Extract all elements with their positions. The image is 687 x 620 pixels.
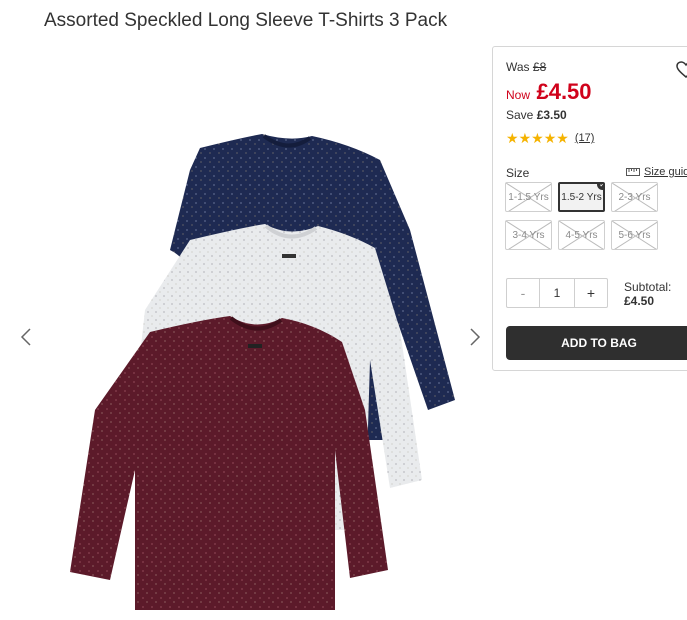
rating: ★ ★ ★ ★ ★ (17) (506, 131, 594, 145)
size-guide-link[interactable]: Size guide (626, 166, 687, 178)
quantity-increase-button[interactable]: + (574, 278, 608, 308)
ruler-icon (626, 168, 640, 176)
star-icon: ★ (506, 130, 519, 146)
save-label: Save (506, 108, 534, 122)
star-icon: ★ (518, 130, 532, 146)
chevron-left-icon (20, 328, 31, 346)
now-price-value: £4.50 (536, 79, 592, 104)
size-option-label: 3-4 Yrs (512, 229, 545, 241)
purchase-panel: Was £8 Now £4.50 Save £3.50 ★ ★ ★ ★ ★ (1… (492, 46, 687, 371)
wishlist-button[interactable] (676, 61, 687, 84)
quantity-decrease-button[interactable]: - (506, 278, 540, 308)
subtotal: Subtotal: £4.50 (624, 280, 671, 308)
star-icon: ★ (556, 130, 569, 146)
subtotal-label: Subtotal: (624, 280, 672, 294)
checkmark-icon: ✓ (597, 184, 603, 190)
size-option-1.5-2[interactable]: 1.5-2 Yrs ✓ (558, 182, 605, 212)
size-option-1-1.5[interactable]: 1-1.5 Yrs (505, 182, 552, 212)
product-title: Assorted Speckled Long Sleeve T-Shirts 3… (44, 10, 448, 31)
product-gallery (0, 50, 490, 610)
size-option-2-3[interactable]: 2-3 Yrs (611, 182, 658, 212)
now-price: Now £4.50 (506, 79, 592, 105)
heart-icon (676, 61, 687, 78)
size-option-label: 5-6 Yrs (618, 229, 651, 241)
review-count-link[interactable]: (17) (575, 132, 595, 144)
quantity-stepper: - 1 + (506, 278, 608, 308)
now-label: Now (506, 88, 531, 102)
size-option-3-4[interactable]: 3-4 Yrs (505, 220, 552, 250)
quantity-input[interactable]: 1 (540, 278, 574, 308)
subtotal-value: £4.50 (624, 294, 655, 308)
size-option-5-6[interactable]: 5-6 Yrs (611, 220, 658, 250)
product-image[interactable] (50, 110, 460, 620)
size-option-label: 1-1.5 Yrs (508, 191, 549, 203)
star-icon: ★ (531, 130, 544, 146)
size-option-label: 1.5-2 Yrs (561, 191, 602, 203)
gallery-next-button[interactable] (465, 322, 485, 352)
gallery-prev-button[interactable] (16, 322, 36, 352)
chevron-right-icon (470, 328, 481, 346)
size-guide-label: Size guide (644, 166, 687, 178)
save-value: £3.50 (536, 108, 567, 122)
was-price-value: £8 (532, 60, 547, 74)
burgundy-shirt (70, 316, 388, 610)
size-label: Size (506, 166, 530, 180)
was-price: Was £8 (506, 60, 546, 74)
size-option-label: 2-3 Yrs (618, 191, 651, 203)
was-label: Was (506, 60, 530, 74)
size-option-label: 4-5 Yrs (565, 229, 598, 241)
size-option-4-5[interactable]: 4-5 Yrs (558, 220, 605, 250)
star-icon: ★ (543, 130, 557, 146)
save-amount: Save £3.50 (506, 108, 567, 122)
add-to-bag-button[interactable]: ADD TO BAG (506, 326, 687, 360)
